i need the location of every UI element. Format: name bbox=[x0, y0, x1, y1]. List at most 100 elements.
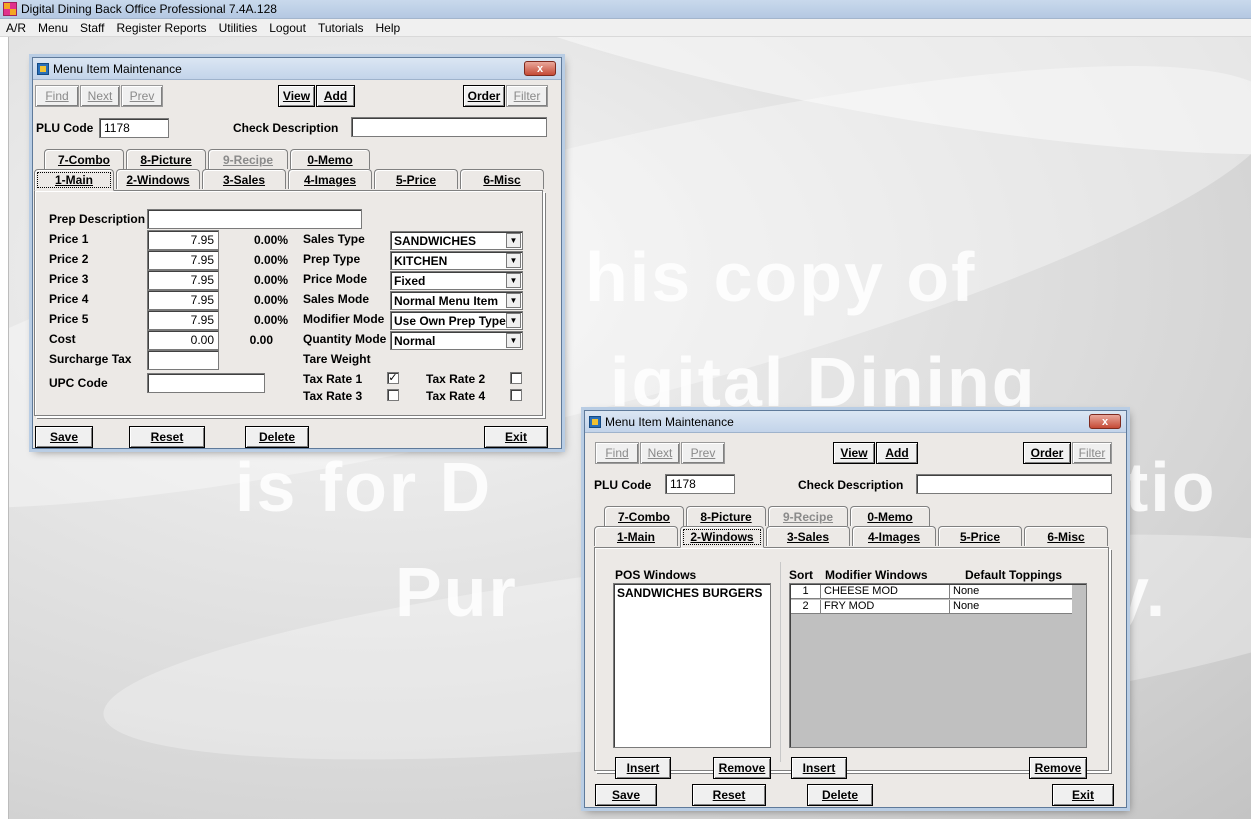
chevron-down-icon[interactable]: ▼ bbox=[506, 313, 521, 328]
menu-logout[interactable]: Logout bbox=[263, 21, 312, 35]
pos-remove-button[interactable]: Remove bbox=[713, 757, 771, 779]
price-3-input[interactable]: 7.95 bbox=[147, 270, 219, 290]
tax-rate-3-checkbox[interactable] bbox=[387, 389, 399, 401]
window-icon bbox=[37, 62, 49, 75]
tab-main[interactable]: 1-Main bbox=[34, 169, 114, 191]
tab-windows[interactable]: 2-Windows bbox=[116, 169, 200, 189]
filter-button[interactable]: Filter bbox=[1072, 442, 1112, 464]
add-button[interactable]: Add bbox=[316, 85, 355, 107]
next-button[interactable]: Next bbox=[80, 85, 120, 107]
tab-images[interactable]: 4-Images bbox=[288, 169, 372, 189]
window-title-bar[interactable]: Menu Item Maintenance x bbox=[585, 411, 1126, 433]
pos-windows-listbox[interactable]: SANDWICHES BURGERS bbox=[613, 583, 771, 748]
price-5-input[interactable]: 7.95 bbox=[147, 310, 219, 330]
add-button[interactable]: Add bbox=[876, 442, 918, 464]
price-4-percent: 0.00% bbox=[253, 293, 288, 307]
chevron-down-icon[interactable]: ▼ bbox=[506, 333, 521, 348]
section-divider bbox=[780, 562, 781, 762]
tab-price[interactable]: 5-Price bbox=[938, 526, 1022, 546]
quantity-mode-select[interactable]: Normal ▼ bbox=[390, 331, 523, 350]
next-button[interactable]: Next bbox=[640, 442, 680, 464]
prep-description-input[interactable] bbox=[147, 209, 362, 229]
find-button[interactable]: Find bbox=[595, 442, 639, 464]
plu-code-input[interactable]: 1178 bbox=[665, 474, 735, 494]
menu-ar[interactable]: A/R bbox=[0, 21, 32, 35]
tab-windows[interactable]: 2-Windows bbox=[680, 526, 764, 548]
prep-type-select[interactable]: KITCHEN ▼ bbox=[390, 251, 523, 270]
table-row[interactable]: 1 CHEESE MOD None bbox=[791, 585, 1072, 599]
chevron-down-icon[interactable]: ▼ bbox=[506, 233, 521, 248]
exit-button[interactable]: Exit bbox=[1052, 784, 1114, 806]
find-button[interactable]: Find bbox=[35, 85, 79, 107]
menu-register-reports[interactable]: Register Reports bbox=[111, 21, 213, 35]
check-description-input[interactable] bbox=[916, 474, 1112, 494]
view-button[interactable]: View bbox=[278, 85, 315, 107]
chevron-down-icon[interactable]: ▼ bbox=[506, 273, 521, 288]
price-5-label: Price 5 bbox=[49, 312, 89, 326]
filter-button[interactable]: Filter bbox=[506, 85, 548, 107]
delete-button[interactable]: Delete bbox=[807, 784, 873, 806]
tab-recipe[interactable]: 9-Recipe bbox=[768, 506, 848, 526]
window-title-bar[interactable]: Menu Item Maintenance x bbox=[33, 58, 561, 80]
price-1-input[interactable]: 7.95 bbox=[147, 230, 219, 250]
tab-combo[interactable]: 7-Combo bbox=[44, 149, 124, 169]
tab-picture[interactable]: 8-Picture bbox=[686, 506, 766, 526]
menu-utilities[interactable]: Utilities bbox=[213, 21, 264, 35]
prev-button[interactable]: Prev bbox=[681, 442, 725, 464]
modifier-mode-select[interactable]: Use Own Prep Type ▼ bbox=[390, 311, 523, 330]
tab-memo[interactable]: 0-Memo bbox=[850, 506, 930, 526]
menu-tutorials[interactable]: Tutorials bbox=[312, 21, 370, 35]
tab-memo[interactable]: 0-Memo bbox=[290, 149, 370, 169]
reset-button[interactable]: Reset bbox=[129, 426, 205, 448]
tab-picture[interactable]: 8-Picture bbox=[126, 149, 206, 169]
tab-sales[interactable]: 3-Sales bbox=[202, 169, 286, 189]
modifier-insert-button[interactable]: Insert bbox=[791, 757, 847, 779]
order-button[interactable]: Order bbox=[1023, 442, 1071, 464]
price-4-input[interactable]: 7.95 bbox=[147, 290, 219, 310]
price-5-percent: 0.00% bbox=[253, 313, 288, 327]
modifier-remove-button[interactable]: Remove bbox=[1029, 757, 1087, 779]
plu-code-input[interactable]: 1178 bbox=[99, 118, 169, 138]
tax-rate-4-checkbox[interactable] bbox=[510, 389, 522, 401]
menu-staff[interactable]: Staff bbox=[74, 21, 110, 35]
order-button[interactable]: Order bbox=[463, 85, 505, 107]
list-item[interactable]: SANDWICHES BURGERS bbox=[614, 584, 770, 602]
modifier-windows-grid[interactable]: 1 CHEESE MOD None 2 FRY MOD None bbox=[789, 583, 1087, 748]
close-button[interactable]: x bbox=[524, 61, 556, 76]
close-button[interactable]: x bbox=[1089, 414, 1121, 429]
prep-type-value: KITCHEN bbox=[394, 254, 448, 268]
chevron-down-icon[interactable]: ▼ bbox=[506, 253, 521, 268]
price-2-input[interactable]: 7.95 bbox=[147, 250, 219, 270]
default-toppings-column-header: Default Toppings bbox=[965, 568, 1063, 582]
price-mode-select[interactable]: Fixed ▼ bbox=[390, 271, 523, 290]
surcharge-tax-input[interactable] bbox=[147, 350, 219, 370]
prev-button[interactable]: Prev bbox=[121, 85, 163, 107]
pos-insert-button[interactable]: Insert bbox=[615, 757, 671, 779]
sales-type-select[interactable]: SANDWICHES ▼ bbox=[390, 231, 523, 250]
check-description-input[interactable] bbox=[351, 117, 547, 137]
table-row[interactable]: 2 FRY MOD None bbox=[791, 600, 1072, 614]
menu-help[interactable]: Help bbox=[370, 21, 407, 35]
tax-rate-1-checkbox[interactable]: ✓ bbox=[387, 372, 399, 384]
tab-misc[interactable]: 6-Misc bbox=[1024, 526, 1108, 546]
tab-price[interactable]: 5-Price bbox=[374, 169, 458, 189]
row-modifier-name: CHEESE MOD bbox=[821, 585, 950, 598]
save-button[interactable]: Save bbox=[595, 784, 657, 806]
tab-sales[interactable]: 3-Sales bbox=[766, 526, 850, 546]
delete-button[interactable]: Delete bbox=[245, 426, 309, 448]
menu-menu[interactable]: Menu bbox=[32, 21, 74, 35]
tab-misc[interactable]: 6-Misc bbox=[460, 169, 544, 189]
chevron-down-icon[interactable]: ▼ bbox=[506, 293, 521, 308]
tab-combo[interactable]: 7-Combo bbox=[604, 506, 684, 526]
upc-code-input[interactable] bbox=[147, 373, 265, 393]
view-button[interactable]: View bbox=[833, 442, 875, 464]
tax-rate-2-checkbox[interactable] bbox=[510, 372, 522, 384]
exit-button[interactable]: Exit bbox=[484, 426, 548, 448]
tab-main[interactable]: 1-Main bbox=[594, 526, 678, 546]
tab-recipe[interactable]: 9-Recipe bbox=[208, 149, 288, 169]
sales-mode-select[interactable]: Normal Menu Item ▼ bbox=[390, 291, 523, 310]
tab-images[interactable]: 4-Images bbox=[852, 526, 936, 546]
reset-button[interactable]: Reset bbox=[692, 784, 766, 806]
cost-input[interactable]: 0.00 bbox=[147, 330, 219, 350]
save-button[interactable]: Save bbox=[35, 426, 93, 448]
